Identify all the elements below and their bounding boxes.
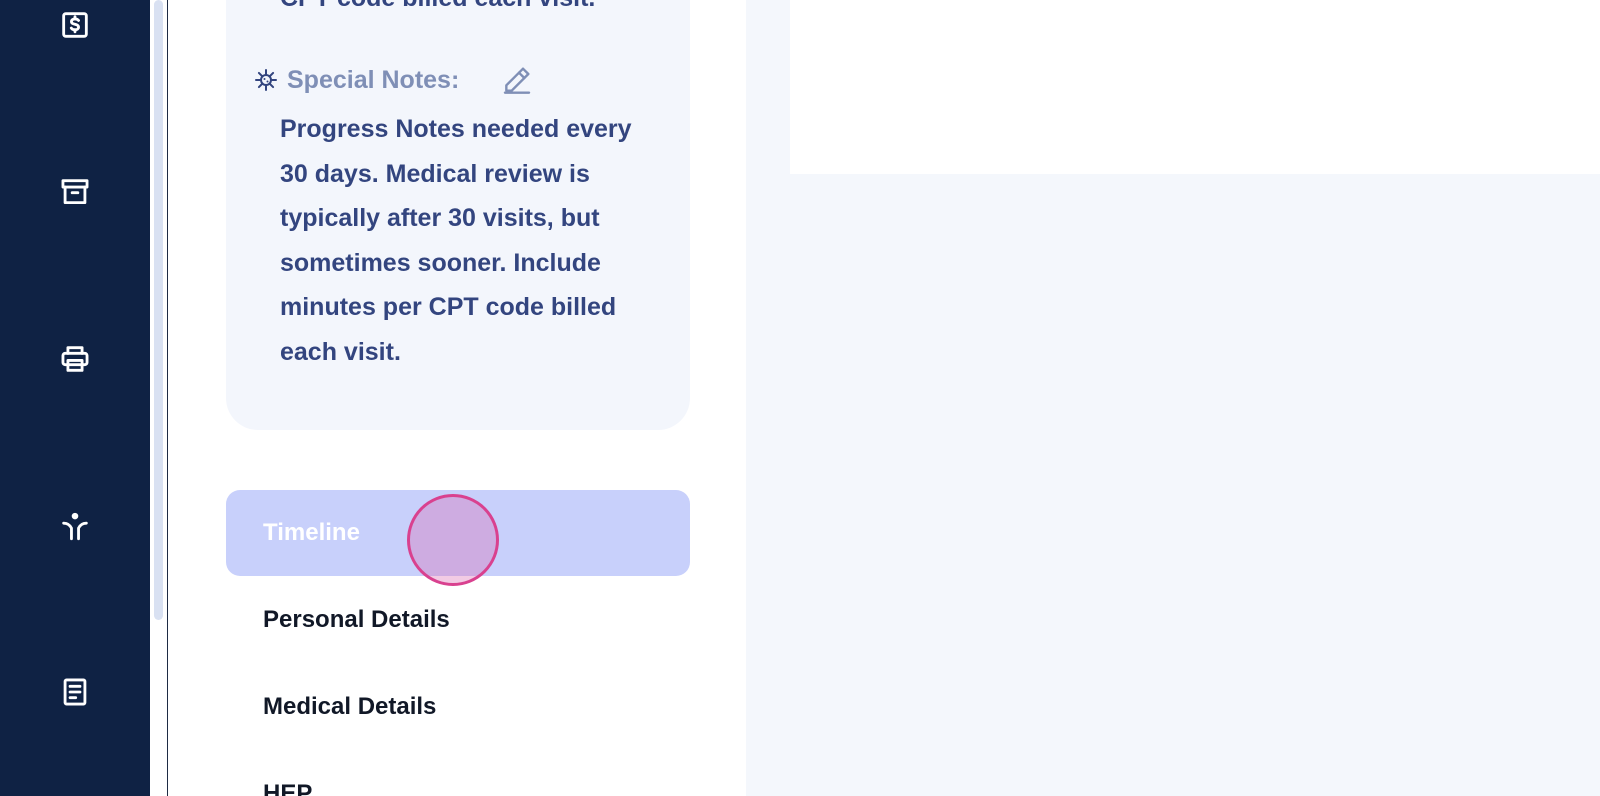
tab-medical-details[interactable]: Medical Details bbox=[263, 687, 436, 727]
app-window: CPT code billed each visit. Special Note… bbox=[0, 0, 1600, 796]
pencil-icon[interactable] bbox=[500, 63, 534, 97]
special-notes-label: Special Notes: bbox=[287, 65, 460, 94]
tab-timeline[interactable]: Timeline bbox=[226, 490, 690, 576]
document-icon[interactable] bbox=[55, 672, 95, 712]
patient-side-panel: CPT code billed each visit. Special Note… bbox=[168, 0, 746, 796]
exercise-icon[interactable] bbox=[55, 506, 95, 546]
main-content bbox=[746, 0, 1600, 796]
archive-icon[interactable] bbox=[55, 172, 95, 212]
special-notes-text: Progress Notes needed every 30 days. Med… bbox=[280, 115, 632, 366]
tab-personal-details-label: Personal Details bbox=[263, 606, 450, 633]
tab-personal-details[interactable]: Personal Details bbox=[263, 600, 450, 640]
virus-icon bbox=[254, 68, 278, 92]
printer-icon[interactable] bbox=[55, 339, 95, 379]
panel-scrollbar[interactable] bbox=[150, 0, 168, 796]
tab-timeline-label: Timeline bbox=[263, 519, 360, 546]
notes-truncated-text: CPT code billed each visit. bbox=[280, 0, 595, 13]
main-content-card bbox=[790, 0, 1600, 174]
special-notes-card: CPT code billed each visit. Special Note… bbox=[226, 0, 690, 430]
tab-hep-label: HEP bbox=[263, 780, 313, 796]
sidebar bbox=[0, 0, 150, 796]
tab-medical-details-label: Medical Details bbox=[263, 693, 437, 720]
dollar-icon[interactable] bbox=[55, 5, 95, 45]
scrollbar-thumb[interactable] bbox=[154, 0, 163, 620]
tab-hep[interactable]: HEP bbox=[263, 774, 312, 796]
special-notes-header: Special Notes: bbox=[254, 60, 459, 100]
